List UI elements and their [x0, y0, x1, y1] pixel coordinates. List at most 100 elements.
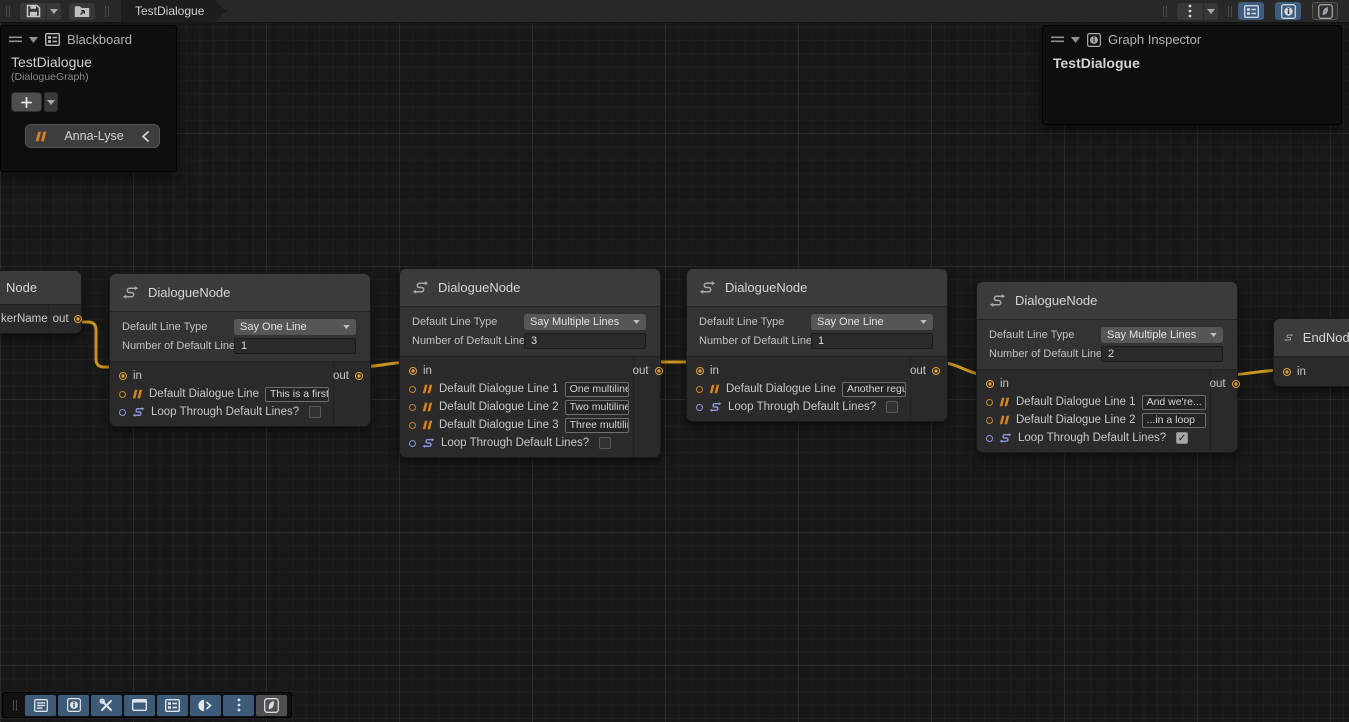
- toggle-quill-overlay-button[interactable]: [256, 695, 287, 716]
- toggle-tools-panel-button[interactable]: [91, 695, 122, 716]
- toolbar-drag-handle[interactable]: [1163, 6, 1167, 17]
- dialogue-line-port[interactable]: [409, 386, 416, 393]
- in-port-label: in: [710, 365, 719, 377]
- chevron-left-icon[interactable]: [141, 131, 150, 142]
- dialogue-flow-icon: [122, 285, 139, 300]
- drag-handle-icon[interactable]: [9, 36, 22, 43]
- overflow-caret-button[interactable]: [1204, 3, 1218, 20]
- kebab-menu-icon: [1188, 4, 1192, 18]
- line-type-label: Default Line Type: [122, 321, 234, 333]
- line-type-dropdown[interactable]: Say One Line: [811, 314, 933, 330]
- out-port[interactable]: [355, 372, 363, 380]
- line-type-dropdown[interactable]: Say Multiple Lines: [1101, 327, 1223, 343]
- kebab-menu-icon: [237, 698, 241, 712]
- node-title-bar: DialogueNode: [687, 269, 947, 307]
- loop-checkbox[interactable]: [886, 401, 898, 413]
- toggle-document-panel-button[interactable]: [25, 695, 56, 716]
- dialogue-line-port[interactable]: [696, 386, 703, 393]
- blackboard-variable-anna-lyse[interactable]: Anna-Lyse: [25, 124, 160, 148]
- node-title: EndNode: [1303, 330, 1349, 345]
- loop-port[interactable]: [409, 440, 416, 447]
- dialogue-line-port[interactable]: [986, 399, 993, 406]
- out-port[interactable]: [932, 367, 940, 375]
- quote-icon: [422, 402, 433, 412]
- count-input[interactable]: 1: [811, 333, 933, 349]
- dialogue-line-input[interactable]: Two multiline: [565, 400, 629, 415]
- save-dropdown-button[interactable]: [47, 3, 61, 20]
- line-type-dropdown[interactable]: Say One Line: [234, 319, 356, 335]
- loop-checkbox[interactable]: ✓: [1176, 432, 1188, 444]
- out-port[interactable]: [74, 315, 82, 323]
- loop-label: Loop Through Default Lines?: [441, 437, 589, 449]
- dialogue-node-3[interactable]: DialogueNode Default Line Type Say One L…: [686, 268, 948, 422]
- out-port[interactable]: [1232, 380, 1240, 388]
- toggle-window-panel-button[interactable]: [124, 695, 155, 716]
- dialogue-line-port[interactable]: [986, 417, 993, 424]
- dialogue-line-input[interactable]: This is a first: [265, 387, 329, 402]
- graph-breadcrumb-tab[interactable]: TestDialogue: [121, 0, 226, 23]
- count-label: Number of Default Lines: [989, 348, 1101, 360]
- toggle-preview-button[interactable]: [1312, 2, 1338, 20]
- count-input[interactable]: 1: [234, 338, 356, 354]
- in-port[interactable]: [409, 367, 417, 375]
- loop-port[interactable]: [119, 409, 126, 416]
- in-port[interactable]: [696, 367, 704, 375]
- dialogue-line-input[interactable]: One multiline: [565, 382, 629, 397]
- overflow-menu-button[interactable]: [1177, 3, 1203, 20]
- dialogue-line-input[interactable]: Another regu: [842, 382, 906, 397]
- open-folder-button[interactable]: [69, 3, 95, 20]
- drag-handle-icon[interactable]: [1051, 36, 1064, 43]
- overlay-menu-button[interactable]: [223, 695, 254, 716]
- toolbar-drag-handle[interactable]: [105, 6, 109, 17]
- dialogue-node-4[interactable]: DialogueNode Default Line Type Say Multi…: [976, 281, 1238, 453]
- loop-checkbox[interactable]: [309, 406, 321, 418]
- collapse-caret-icon[interactable]: [29, 37, 38, 43]
- count-input[interactable]: 2: [1101, 346, 1223, 362]
- add-variable-caret-button[interactable]: [44, 92, 58, 112]
- in-port-label: in: [1000, 378, 1009, 390]
- graph-editor-canvas[interactable]: { "top_toolbar": { "tab_label": "TestDia…: [0, 0, 1349, 722]
- in-port[interactable]: [986, 380, 994, 388]
- dialogue-line-port[interactable]: [409, 422, 416, 429]
- in-port[interactable]: [119, 372, 127, 380]
- loop-icon: [709, 401, 722, 413]
- dialogue-line-input[interactable]: Three multilin: [565, 418, 629, 433]
- node-properties: Default Line Type Say Multiple Lines Num…: [400, 307, 660, 356]
- dialogue-node-1[interactable]: DialogueNode Default Line Type Say One L…: [109, 273, 371, 427]
- node-properties: Default Line Type Say One Line Number of…: [110, 312, 370, 361]
- caret-down-icon: [50, 9, 58, 14]
- dialogue-node-2[interactable]: DialogueNode Default Line Type Say Multi…: [399, 268, 661, 458]
- in-port[interactable]: [1283, 368, 1291, 376]
- node-field-label: kerName: [0, 305, 48, 333]
- save-button[interactable]: [20, 3, 46, 20]
- out-port-label: out: [910, 365, 926, 377]
- toggle-blackboard-button[interactable]: [1238, 2, 1264, 20]
- toggle-inspector-button[interactable]: [1275, 2, 1301, 20]
- toolbar-drag-handle[interactable]: [13, 700, 17, 711]
- blackboard-header: Blackboard: [1, 26, 176, 51]
- node-title: DialogueNode: [1015, 293, 1097, 308]
- toggle-flow-preview-button[interactable]: [190, 695, 221, 716]
- dialogue-line-port[interactable]: [409, 404, 416, 411]
- collapse-caret-icon[interactable]: [1071, 37, 1080, 43]
- node-title: DialogueNode: [148, 285, 230, 300]
- graph-inspector-header: Graph Inspector: [1043, 26, 1341, 51]
- loop-port[interactable]: [986, 435, 993, 442]
- out-port[interactable]: [655, 367, 663, 375]
- dialogue-line-input[interactable]: And we're...: [1142, 395, 1206, 410]
- partial-speaker-node[interactable]: Node kerName out: [0, 270, 82, 334]
- toolbar-drag-handle[interactable]: [1228, 6, 1232, 17]
- end-node[interactable]: EndNode in: [1273, 318, 1349, 387]
- toggle-blackboard-panel-button[interactable]: [157, 695, 188, 716]
- toggle-info-panel-button[interactable]: [58, 695, 89, 716]
- line-type-dropdown[interactable]: Say Multiple Lines: [524, 314, 646, 330]
- dialogue-line-port[interactable]: [119, 391, 126, 398]
- count-input[interactable]: 3: [524, 333, 646, 349]
- toolbar-drag-handle[interactable]: [6, 6, 10, 17]
- dialogue-line-input[interactable]: ...in a loop: [1142, 413, 1206, 428]
- in-port-label: in: [423, 365, 432, 377]
- loop-checkbox[interactable]: [599, 437, 611, 449]
- loop-port[interactable]: [696, 404, 703, 411]
- half-circle-chevron-icon: [198, 699, 213, 712]
- add-variable-button[interactable]: [11, 92, 42, 112]
